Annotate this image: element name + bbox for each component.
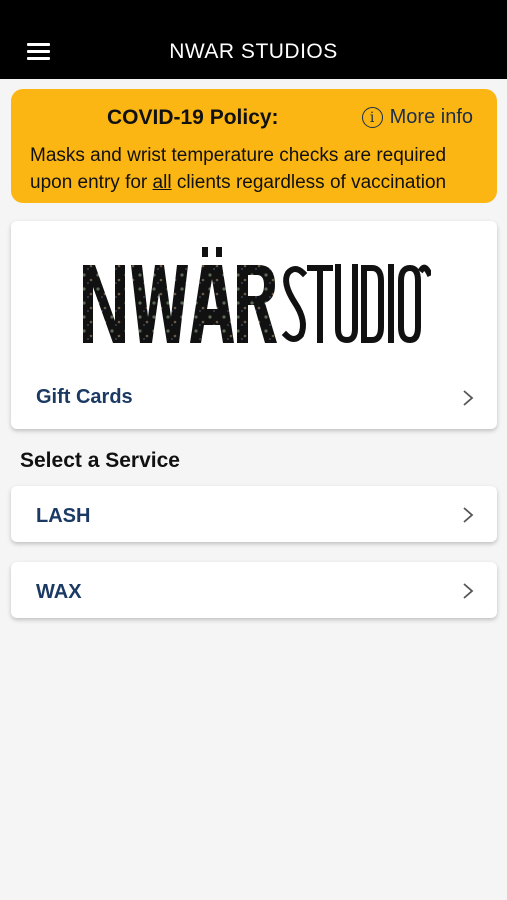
service-label: WAX — [36, 581, 82, 603]
chevron-right-icon — [463, 507, 474, 523]
covid-line-1: Masks and wrist temperature checks are r… — [30, 145, 447, 166]
more-info-label: More info — [389, 106, 473, 128]
service-label: LASH — [36, 505, 91, 527]
more-info-link[interactable]: i More info — [361, 106, 473, 129]
covid-line-2-emphasis: all — [152, 172, 172, 193]
top-bar: NWAR STUDIOS — [0, 0, 507, 79]
covid-policy-text: Masks and wrist temperature checks are r… — [30, 142, 490, 196]
covid-line-2-pre: upon entry for — [30, 172, 153, 193]
service-item-wax[interactable]: WAX — [11, 562, 497, 618]
covid-policy-title: COVID-19 Policy: — [107, 106, 279, 129]
info-icon: i — [361, 107, 383, 128]
service-item-lash[interactable]: LASH — [11, 486, 497, 542]
chevron-right-icon — [463, 583, 474, 599]
nwar-studios-logo — [83, 247, 431, 343]
select-service-heading: Select a Service — [20, 449, 180, 472]
covid-policy-banner: COVID-19 Policy: i More info Masks and w… — [11, 89, 497, 203]
app-title: NWAR STUDIOS — [169, 40, 338, 63]
covid-line-2-post: clients regardless of vaccination — [171, 172, 447, 193]
gift-cards-label[interactable]: Gift Cards — [36, 386, 133, 409]
chevron-right-icon[interactable] — [461, 389, 475, 407]
studio-card: Gift Cards — [11, 221, 497, 429]
